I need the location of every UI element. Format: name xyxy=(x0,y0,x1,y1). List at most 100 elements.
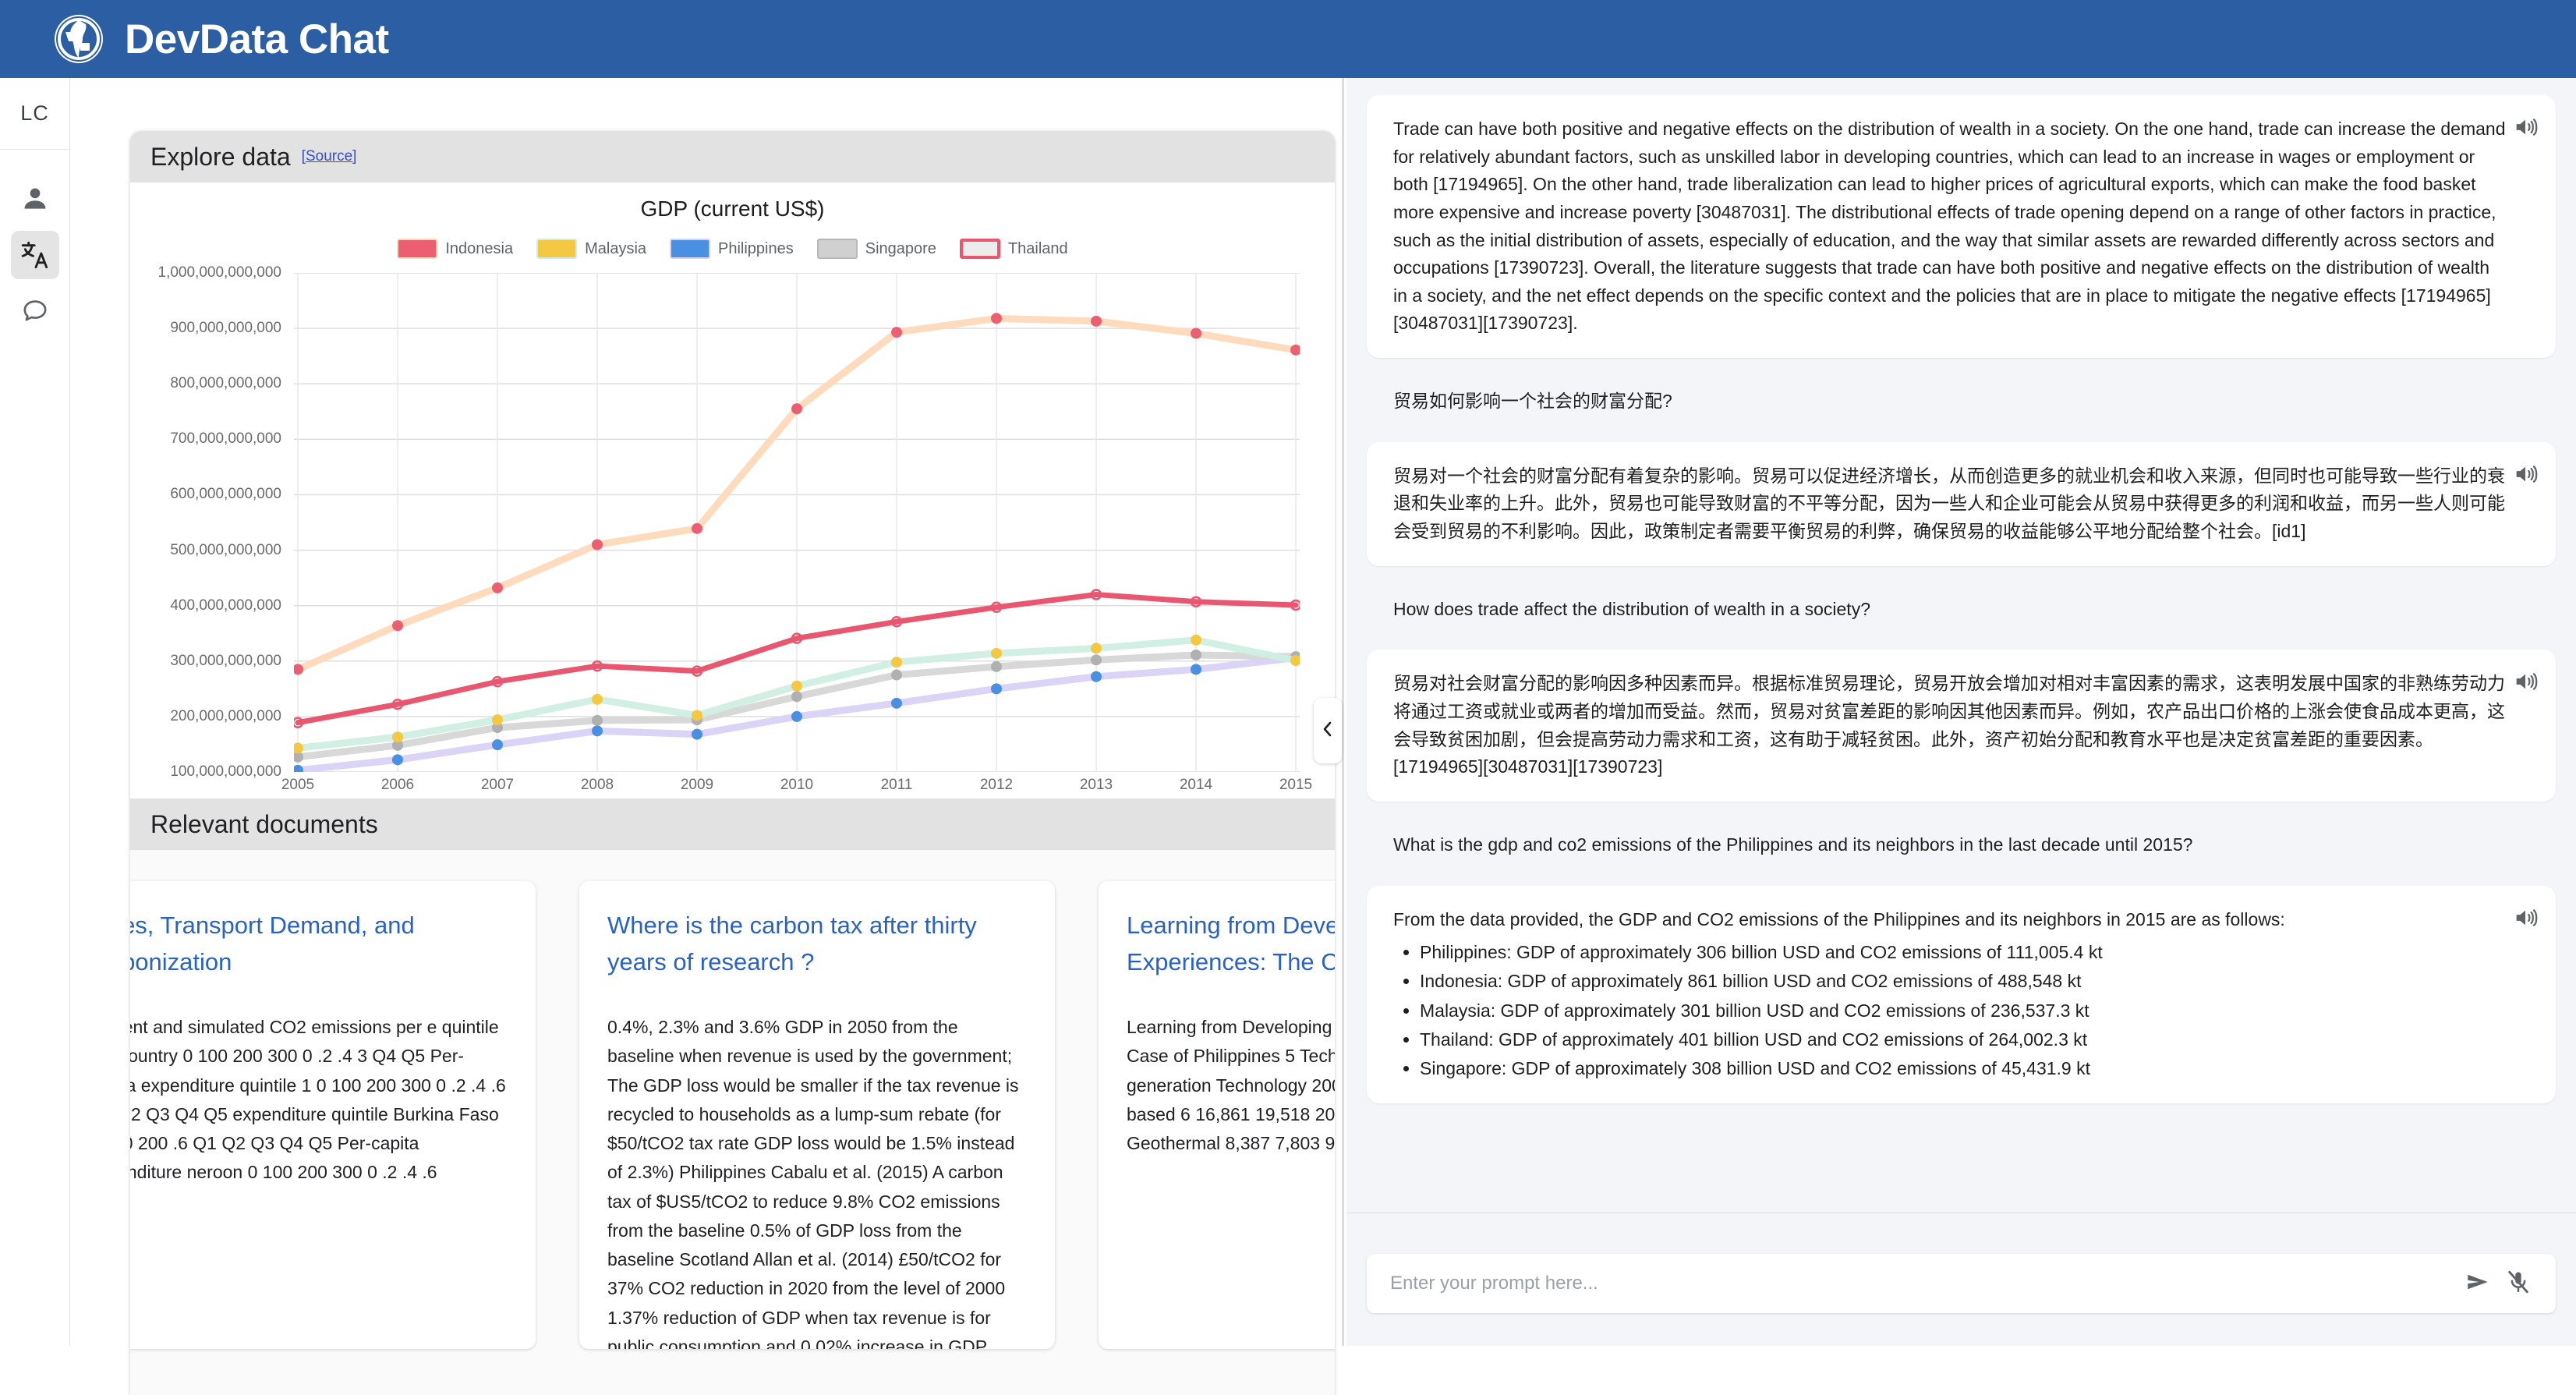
explore-data-panel: Explore data [Source] GDP (current US$) … xyxy=(130,131,1335,1395)
y-tick-label: 900,000,000,000 xyxy=(170,320,281,337)
chart-legend: Indonesia Malaysia Philippines Singapore Tha… xyxy=(130,239,1335,259)
legend-label: Indonesia xyxy=(445,240,513,258)
legend-label: Philippines xyxy=(718,240,794,258)
y-tick-label: 400,000,000,000 xyxy=(170,597,281,614)
list-item: Malaysia: GDP of approximately 301 billi… xyxy=(1420,997,2506,1025)
prompt-input[interactable] xyxy=(1390,1273,2457,1294)
x-tick-label: 2007 xyxy=(481,777,514,794)
document-snippet: 0.4%, 2.3% and 3.6% GDP in 2050 from the… xyxy=(607,1013,1027,1349)
speaker-icon[interactable] xyxy=(2512,461,2539,487)
chart-svg xyxy=(294,273,1300,772)
explore-panel-title: Explore data xyxy=(150,143,291,172)
chevron-left-icon xyxy=(1320,719,1336,743)
assistant-message: 贸易对社会财富分配的影响因多种因素而异。根据标准贸易理论，贸易开放会增加对相对丰… xyxy=(1367,650,2556,802)
list-item: Singapore: GDP of approximately 308 bill… xyxy=(1420,1054,2506,1083)
legend-item-philippines[interactable]: Philippines xyxy=(670,239,794,259)
send-button[interactable] xyxy=(2457,1269,2498,1299)
prompt-composer xyxy=(1367,1254,2556,1313)
assistant-message-text: From the data provided, the GDP and CO2 … xyxy=(1393,906,2506,934)
assistant-message: From the data provided, the GDP and CO2 … xyxy=(1367,886,2556,1104)
y-tick-label: 1,000,000,000,000 xyxy=(158,264,282,281)
assistant-message: Trade can have both positive and negativ… xyxy=(1367,95,2556,358)
documents-strip[interactable]: omes, Transport Demand, and carbonizatio… xyxy=(130,881,1335,1365)
sidebar-item-account[interactable] xyxy=(11,175,59,223)
chat-panel: Trade can have both positive and negativ… xyxy=(1346,78,2576,1346)
panel-divider[interactable] xyxy=(1342,78,1344,1346)
app-header: DevData Chat xyxy=(0,0,2576,78)
sidebar-item-chat[interactable] xyxy=(11,287,59,335)
document-card[interactable]: omes, Transport Demand, and carbonizatio… xyxy=(130,881,536,1349)
x-tick-label: 2010 xyxy=(780,777,813,794)
y-tick-label: 100,000,000,000 xyxy=(170,763,281,781)
legend-item-indonesia[interactable]: Indonesia xyxy=(397,239,513,259)
x-tick-label: 2006 xyxy=(381,777,414,794)
speaker-icon[interactable] xyxy=(2512,114,2539,140)
mic-off-icon xyxy=(2505,1269,2532,1299)
sidebar-item-translate[interactable] xyxy=(11,231,59,279)
globe-icon xyxy=(55,15,103,63)
legend-label: Thailand xyxy=(1008,240,1068,258)
legend-swatch xyxy=(397,239,437,259)
documents-body: omes, Transport Demand, and carbonizatio… xyxy=(130,850,1335,1395)
document-card[interactable]: Where is the carbon tax after thirty yea… xyxy=(579,881,1055,1349)
assistant-message: 贸易对一个社会的财富分配有着复杂的影响。贸易可以促进经济增长，从而创造更多的就业… xyxy=(1367,442,2556,566)
send-icon xyxy=(2465,1269,2491,1299)
gdp-chart-container: GDP (current US$) Indonesia Malaysia Phili… xyxy=(130,182,1335,798)
user-message: 贸易如何影响一个社会的财富分配? xyxy=(1367,378,2556,442)
main-stage: Explore data [Source] GDP (current US$) … xyxy=(71,78,2576,1346)
x-tick-label: 2012 xyxy=(980,777,1013,794)
x-tick-label: 2009 xyxy=(681,777,713,794)
x-tick-label: 2015 xyxy=(1279,777,1312,794)
relevant-documents-header: Relevant documents xyxy=(130,798,1335,850)
person-icon xyxy=(20,184,50,214)
x-tick-label: 2008 xyxy=(581,777,614,794)
document-snippet: Current and simulated CO2 emissions per … xyxy=(130,1013,508,1188)
y-tick-label: 600,000,000,000 xyxy=(170,486,281,503)
y-tick-label: 500,000,000,000 xyxy=(170,542,281,559)
document-snippet: Learning from Developing Market Experien… xyxy=(1127,1013,1335,1158)
assistant-message-text: 贸易对一个社会的财富分配有着复杂的影响。贸易可以促进经济增长，从而创造更多的就业… xyxy=(1393,462,2506,546)
y-tick-label: 800,000,000,000 xyxy=(170,375,281,392)
document-title[interactable]: Where is the carbon tax after thirty yea… xyxy=(607,908,1027,980)
relevant-documents-title: Relevant documents xyxy=(150,810,378,839)
legend-swatch xyxy=(670,239,710,259)
list-item: Indonesia: GDP of approximately 861 bill… xyxy=(1420,967,2506,996)
legend-label: Singapore xyxy=(865,240,936,258)
document-title[interactable]: Learning from Developing Market Experien… xyxy=(1127,908,1335,980)
sidebar-rail: LC xyxy=(0,78,70,1346)
legend-swatch xyxy=(960,239,1000,259)
legend-swatch xyxy=(817,239,858,259)
speaker-icon[interactable] xyxy=(2512,668,2539,695)
chart-y-axis-labels: 100,000,000,000200,000,000,000300,000,00… xyxy=(132,273,288,772)
legend-swatch xyxy=(536,239,577,259)
collapse-panel-button[interactable] xyxy=(1314,698,1342,763)
legend-item-singapore[interactable]: Singapore xyxy=(817,239,936,259)
chat-message-list[interactable]: Trade can have both positive and negativ… xyxy=(1346,78,2576,1213)
chat-bubble-icon xyxy=(20,296,50,326)
legend-label: Malaysia xyxy=(585,240,646,258)
x-tick-label: 2014 xyxy=(1180,777,1212,794)
legend-item-malaysia[interactable]: Malaysia xyxy=(536,239,646,259)
y-tick-label: 700,000,000,000 xyxy=(170,430,281,448)
explore-panel-header: Explore data [Source] xyxy=(130,131,1335,182)
document-card[interactable]: Learning from Developing Market Experien… xyxy=(1099,881,1335,1349)
x-tick-label: 2011 xyxy=(881,777,913,794)
x-tick-label: 2005 xyxy=(281,777,314,794)
y-tick-label: 300,000,000,000 xyxy=(170,653,281,670)
mic-button[interactable] xyxy=(2498,1269,2539,1299)
x-tick-label: 2013 xyxy=(1080,777,1113,794)
user-message: What is the gdp and co2 emissions of the… xyxy=(1367,822,2556,886)
user-initials-chip[interactable]: LC xyxy=(0,78,69,150)
y-tick-label: 200,000,000,000 xyxy=(170,708,281,725)
list-item: Philippines: GDP of approximately 306 bi… xyxy=(1420,938,2506,967)
sidebar-icon-list xyxy=(0,150,69,335)
assistant-message-bullets: Philippines: GDP of approximately 306 bi… xyxy=(1420,938,2506,1083)
assistant-message-text: Trade can have both positive and negativ… xyxy=(1393,115,2506,338)
user-initials-label: LC xyxy=(20,101,49,126)
speaker-icon[interactable] xyxy=(2512,905,2539,931)
source-link[interactable]: [Source] xyxy=(302,148,357,165)
list-item: Thailand: GDP of approximately 401 billi… xyxy=(1420,1025,2506,1054)
document-title[interactable]: omes, Transport Demand, and carbonizatio… xyxy=(130,908,508,980)
legend-item-thailand[interactable]: Thailand xyxy=(960,239,1068,259)
chart-title: GDP (current US$) xyxy=(130,197,1335,221)
